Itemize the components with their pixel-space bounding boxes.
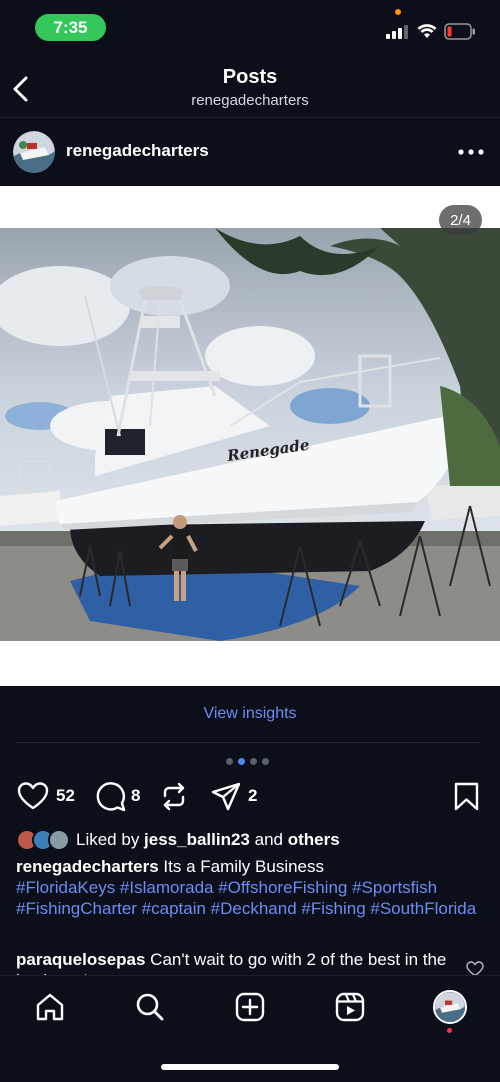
liked-by-others[interactable]: others: [288, 830, 340, 850]
insights-divider: [16, 742, 480, 743]
battery-icon: [444, 23, 475, 40]
view-insights-link[interactable]: View insights: [0, 705, 500, 723]
create-icon[interactable]: [235, 992, 265, 1022]
caption-hashtags[interactable]: #FloridaKeys #Islamorada #OffshoreFishin…: [16, 878, 476, 918]
comment-preview[interactable]: paraquelosepas Can't wait to go with 2 o…: [16, 949, 456, 975]
search-icon[interactable]: [135, 992, 165, 1022]
send-icon[interactable]: [211, 782, 241, 811]
privacy-indicator-dot: [395, 9, 401, 15]
liked-by-user[interactable]: jess_ballin23: [144, 830, 250, 850]
carousel-dot: [226, 758, 233, 765]
bookmark-icon[interactable]: [454, 782, 479, 811]
home-icon[interactable]: [35, 992, 65, 1022]
carousel-dot: [250, 758, 257, 765]
caption-username[interactable]: renegadecharters: [16, 857, 159, 876]
comment-icon[interactable]: [94, 781, 126, 812]
comment-username[interactable]: paraquelosepas: [16, 950, 145, 969]
wifi-icon: [417, 24, 437, 38]
carousel-indicator: [226, 758, 269, 765]
carousel-dot-active: [238, 758, 245, 765]
liker-avatar: [48, 829, 70, 851]
image-counter: 2/4: [439, 205, 482, 235]
post-caption: renegadecharters Its a Family Business #…: [16, 856, 486, 919]
post-image[interactable]: Renegade: [0, 186, 500, 686]
like-count[interactable]: 52: [56, 786, 75, 806]
liked-by-prefix: Liked by: [76, 830, 145, 849]
page-subtitle: renegadecharters: [191, 92, 309, 109]
profile-tab-avatar[interactable]: [433, 990, 467, 1024]
liked-by-and: and: [249, 830, 288, 849]
reels-icon[interactable]: [335, 992, 365, 1022]
status-time: 7:35: [35, 14, 106, 41]
profile-avatar[interactable]: [13, 131, 55, 173]
more-icon[interactable]: [458, 149, 484, 155]
page-title: Posts: [222, 66, 278, 88]
home-indicator: [161, 1064, 339, 1070]
heart-icon[interactable]: [17, 781, 49, 811]
notification-dot: [447, 1028, 452, 1033]
comment-count[interactable]: 8: [131, 786, 140, 806]
liked-by-row[interactable]: Liked by jess_ballin23 and others: [16, 829, 340, 851]
header-divider: [0, 117, 500, 118]
caption-text: Its a Family Business: [158, 857, 325, 876]
signal-icon: [386, 25, 408, 39]
carousel-dot: [262, 758, 269, 765]
post-username[interactable]: renegadecharters: [66, 141, 209, 161]
share-count[interactable]: 2: [248, 786, 257, 806]
repost-icon[interactable]: [160, 781, 188, 812]
